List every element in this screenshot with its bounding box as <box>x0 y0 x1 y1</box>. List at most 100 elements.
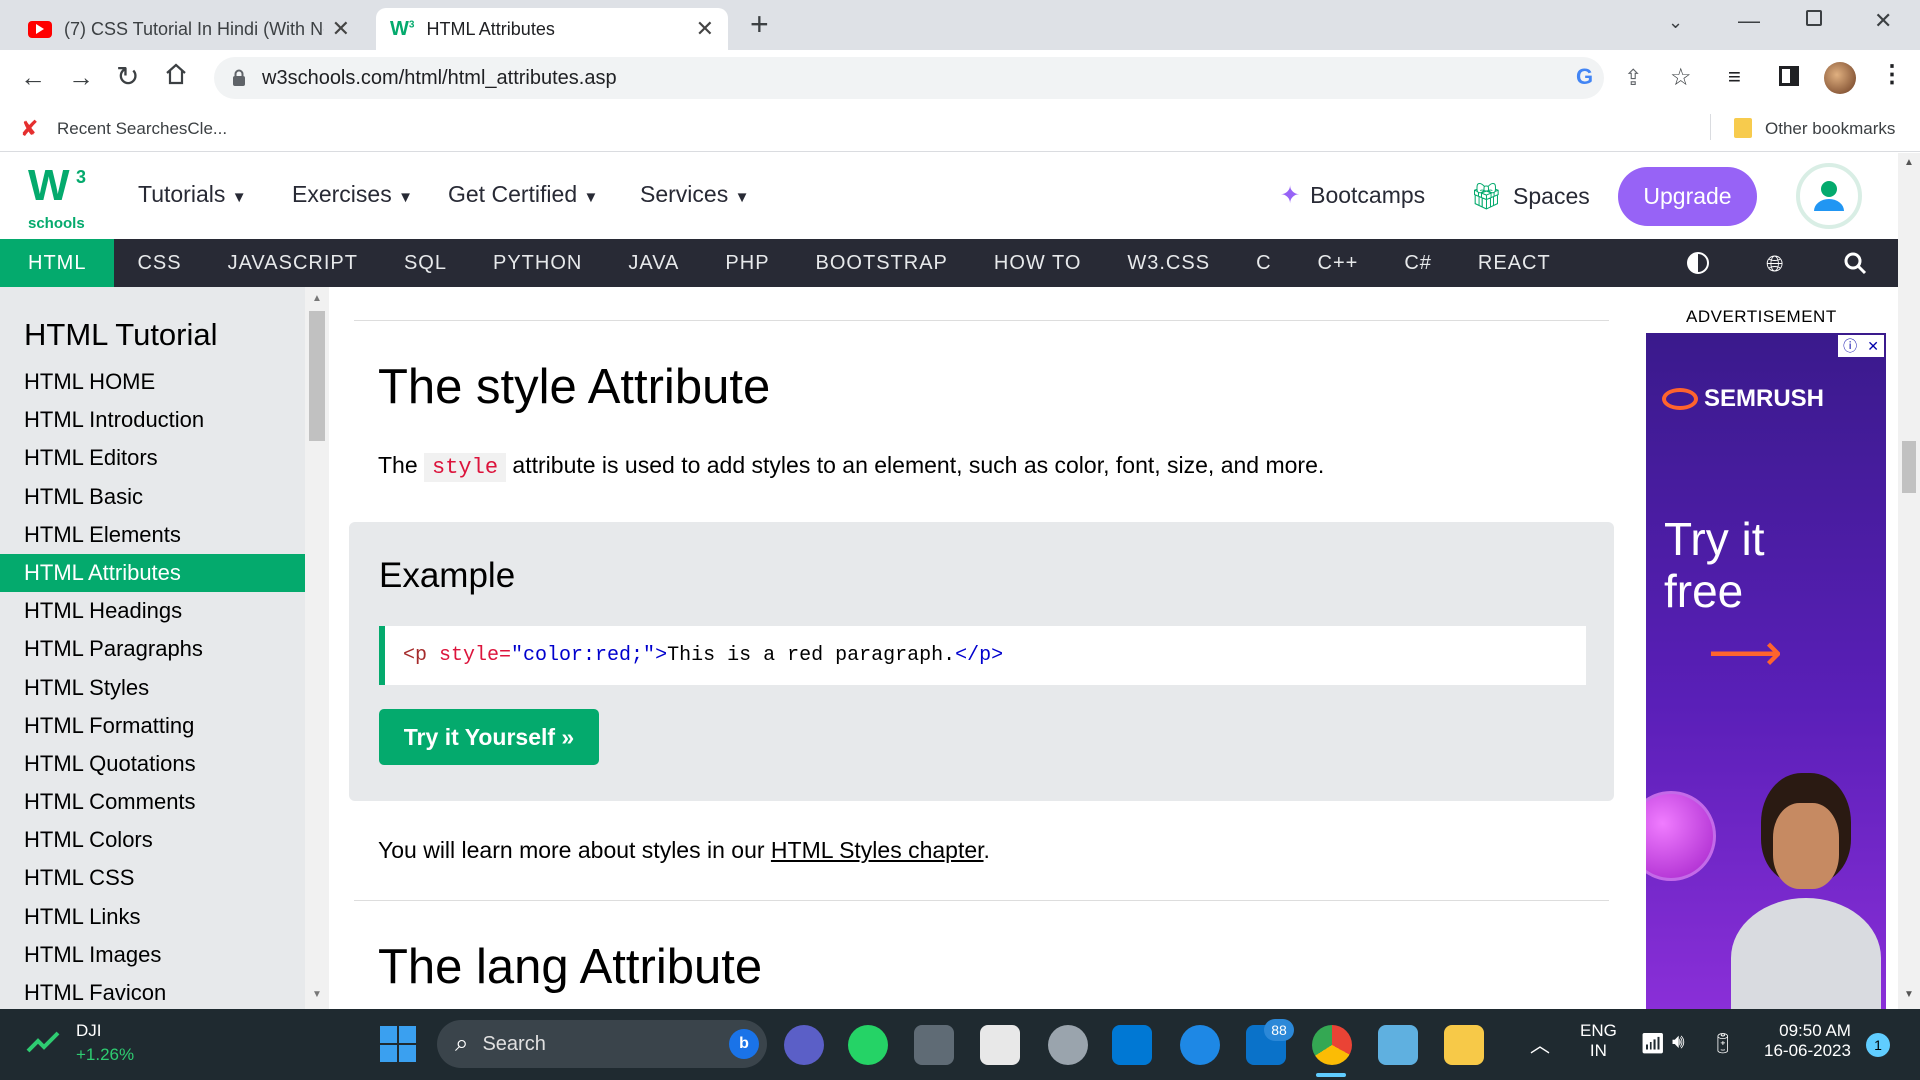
tab-search-chevron-icon[interactable]: ⌄ <box>1668 12 1683 33</box>
sidebar-item[interactable]: HTML Elements <box>0 516 305 554</box>
notepad-blue-icon[interactable] <box>1378 1025 1418 1065</box>
sidebar-item[interactable]: HTML Quotations <box>0 745 305 783</box>
sidebar-item-active[interactable]: HTML Attributes <box>0 553 305 593</box>
notification-badge[interactable]: 1 <box>1866 1033 1890 1057</box>
file-explorer-icon[interactable] <box>1444 1025 1484 1065</box>
spaces-link[interactable]: 🎁︎ Spaces <box>1470 181 1590 212</box>
volume-icon[interactable]: 🔊︎ <box>1672 1031 1685 1054</box>
bookmark-recent-searches[interactable]: Recent SearchesCle... <box>57 119 227 139</box>
nav-w3css[interactable]: W3.CSS <box>1104 239 1233 287</box>
html-styles-chapter-link[interactable]: HTML Styles chapter <box>771 837 984 863</box>
menu-tutorials[interactable]: Tutorials ▼ <box>138 181 247 208</box>
kebab-menu-icon[interactable]: ⋮ <box>1880 60 1904 89</box>
sidebar-item[interactable]: HTML Introduction <box>0 401 305 439</box>
page-scroll-thumb[interactable] <box>1902 441 1916 493</box>
side-panel-icon[interactable] <box>1779 66 1799 86</box>
page-scrollbar[interactable]: ▲ ▼ <box>1898 153 1920 1009</box>
windows-start-icon[interactable] <box>380 1026 416 1062</box>
sidebar-item[interactable]: HTML Styles <box>0 669 305 707</box>
notepad-icon[interactable] <box>980 1025 1020 1065</box>
help-icon[interactable] <box>1180 1025 1220 1065</box>
teams-chat-icon[interactable] <box>784 1025 824 1065</box>
menu-get-certified[interactable]: Get Certified ▼ <box>448 181 598 208</box>
sidebar-item[interactable]: HTML Favicon <box>0 974 305 1009</box>
nav-csharp[interactable]: C# <box>1381 239 1455 287</box>
nav-javascript[interactable]: JAVASCRIPT <box>205 239 381 287</box>
sidebar-item[interactable]: HTML Paragraphs <box>0 630 305 668</box>
nav-html[interactable]: HTML <box>0 239 115 287</box>
sidebar-item[interactable]: HTML Headings <box>0 592 305 630</box>
close-tab-icon[interactable]: ✕ <box>696 16 714 42</box>
camera-icon[interactable] <box>914 1025 954 1065</box>
new-tab-button[interactable]: + <box>750 6 769 43</box>
nav-bootstrap[interactable]: BOOTSTRAP <box>793 239 971 287</box>
reload-icon[interactable]: ↻ <box>116 60 139 93</box>
nav-python[interactable]: PYTHON <box>470 239 605 287</box>
search-icon[interactable] <box>1843 251 1867 275</box>
minimize-icon[interactable]: — <box>1738 8 1760 34</box>
sidebar-item[interactable]: HTML Basic <box>0 478 305 516</box>
sidebar-item[interactable]: HTML HOME <box>0 363 305 401</box>
browser-tab-youtube[interactable]: (7) CSS Tutorial In Hindi (With No ✕ <box>14 8 364 50</box>
nav-php[interactable]: PHP <box>702 239 792 287</box>
settings-gear-icon[interactable] <box>1048 1025 1088 1065</box>
user-avatar-icon[interactable] <box>1796 163 1862 229</box>
battery-icon[interactable]: 🔋︎ <box>1710 1031 1735 1056</box>
home-icon[interactable] <box>164 62 188 86</box>
browser-tab-active[interactable]: W3 HTML Attributes ✕ <box>376 8 728 50</box>
scroll-up-arrow-icon[interactable]: ▲ <box>312 293 322 304</box>
chevron-up-icon[interactable]: ︿ <box>1530 1029 1550 1058</box>
profile-avatar[interactable] <box>1824 62 1856 94</box>
sidebar-item[interactable]: HTML Images <box>0 936 305 974</box>
nav-react[interactable]: REACT <box>1455 239 1574 287</box>
sidebar-item[interactable]: HTML Editors <box>0 439 305 477</box>
scroll-down-arrow-icon[interactable]: ▼ <box>312 989 322 1000</box>
back-icon[interactable]: ← <box>20 62 46 93</box>
scroll-down-arrow-icon[interactable]: ▼ <box>1904 989 1914 1000</box>
chrome-icon[interactable] <box>1312 1025 1352 1065</box>
whatsapp-icon[interactable] <box>848 1025 888 1065</box>
w3schools-logo[interactable]: W 3 schools <box>26 161 90 232</box>
try-it-yourself-button[interactable]: Try it Yourself » <box>379 709 599 765</box>
scroll-up-arrow-icon[interactable]: ▲ <box>1904 157 1914 168</box>
nav-sql[interactable]: SQL <box>381 239 470 287</box>
address-bar[interactable]: w3schools.com/html/html_attributes.asp G… <box>214 57 1692 99</box>
sidebar-item[interactable]: HTML CSS <box>0 859 305 897</box>
contrast-toggle-icon[interactable] <box>1687 252 1709 274</box>
close-window-icon[interactable]: ✕ <box>1874 8 1892 34</box>
nav-css[interactable]: CSS <box>114 239 204 287</box>
globe-icon[interactable]: 🌐︎ <box>1766 251 1784 277</box>
sidebar-item[interactable]: HTML Formatting <box>0 707 305 745</box>
sidebar-item[interactable]: HTML Links <box>0 898 305 936</box>
language-indicator[interactable]: ENG IN <box>1580 1021 1617 1061</box>
other-bookmarks[interactable]: Other bookmarks <box>1765 119 1895 139</box>
nav-cpp[interactable]: C++ <box>1295 239 1382 287</box>
nav-c[interactable]: C <box>1233 239 1294 287</box>
upgrade-button[interactable]: Upgrade <box>1618 167 1757 226</box>
forward-icon[interactable]: → <box>68 62 94 93</box>
semrush-ad[interactable]: ⓘ ✕ SEMRUSH Try it free ⟶ <box>1646 333 1886 1009</box>
ad-choices-icon[interactable]: ⓘ ✕ <box>1838 335 1884 357</box>
reading-list-icon[interactable]: ≡ <box>1728 64 1741 90</box>
sidebar-item[interactable]: HTML Comments <box>0 783 305 821</box>
nav-how-to[interactable]: HOW TO <box>971 239 1104 287</box>
sidebar-scroll-thumb[interactable] <box>309 311 325 441</box>
nav-java[interactable]: JAVA <box>605 239 702 287</box>
browser-tab-strip: (7) CSS Tutorial In Hindi (With No ✕ W3 … <box>0 0 1920 50</box>
google-icon[interactable]: G <box>1576 64 1593 90</box>
close-tab-icon[interactable]: ✕ <box>332 16 350 42</box>
sidebar-item[interactable]: HTML Colors <box>0 821 305 859</box>
menu-services[interactable]: Services ▼ <box>640 181 749 208</box>
bootcamps-link[interactable]: ✦ Bootcamps <box>1280 181 1425 210</box>
bookmark-star-icon[interactable]: ☆ <box>1670 63 1692 92</box>
taskbar-search[interactable]: ⌕ Search b <box>437 1020 767 1068</box>
bing-icon[interactable]: b <box>729 1029 759 1059</box>
restore-icon[interactable] <box>1806 10 1822 26</box>
share-icon[interactable]: ⇪ <box>1624 65 1642 91</box>
wifi-icon[interactable]: 📶︎ <box>1640 1031 1665 1056</box>
stock-name[interactable]: DJI <box>76 1021 102 1041</box>
sidebar-scrollbar[interactable]: ▲ ▼ <box>305 287 329 1009</box>
menu-exercises[interactable]: Exercises ▼ <box>292 181 413 208</box>
vscode-icon[interactable] <box>1112 1025 1152 1065</box>
clock[interactable]: 09:50 AM 16-06-2023 <box>1764 1021 1851 1061</box>
